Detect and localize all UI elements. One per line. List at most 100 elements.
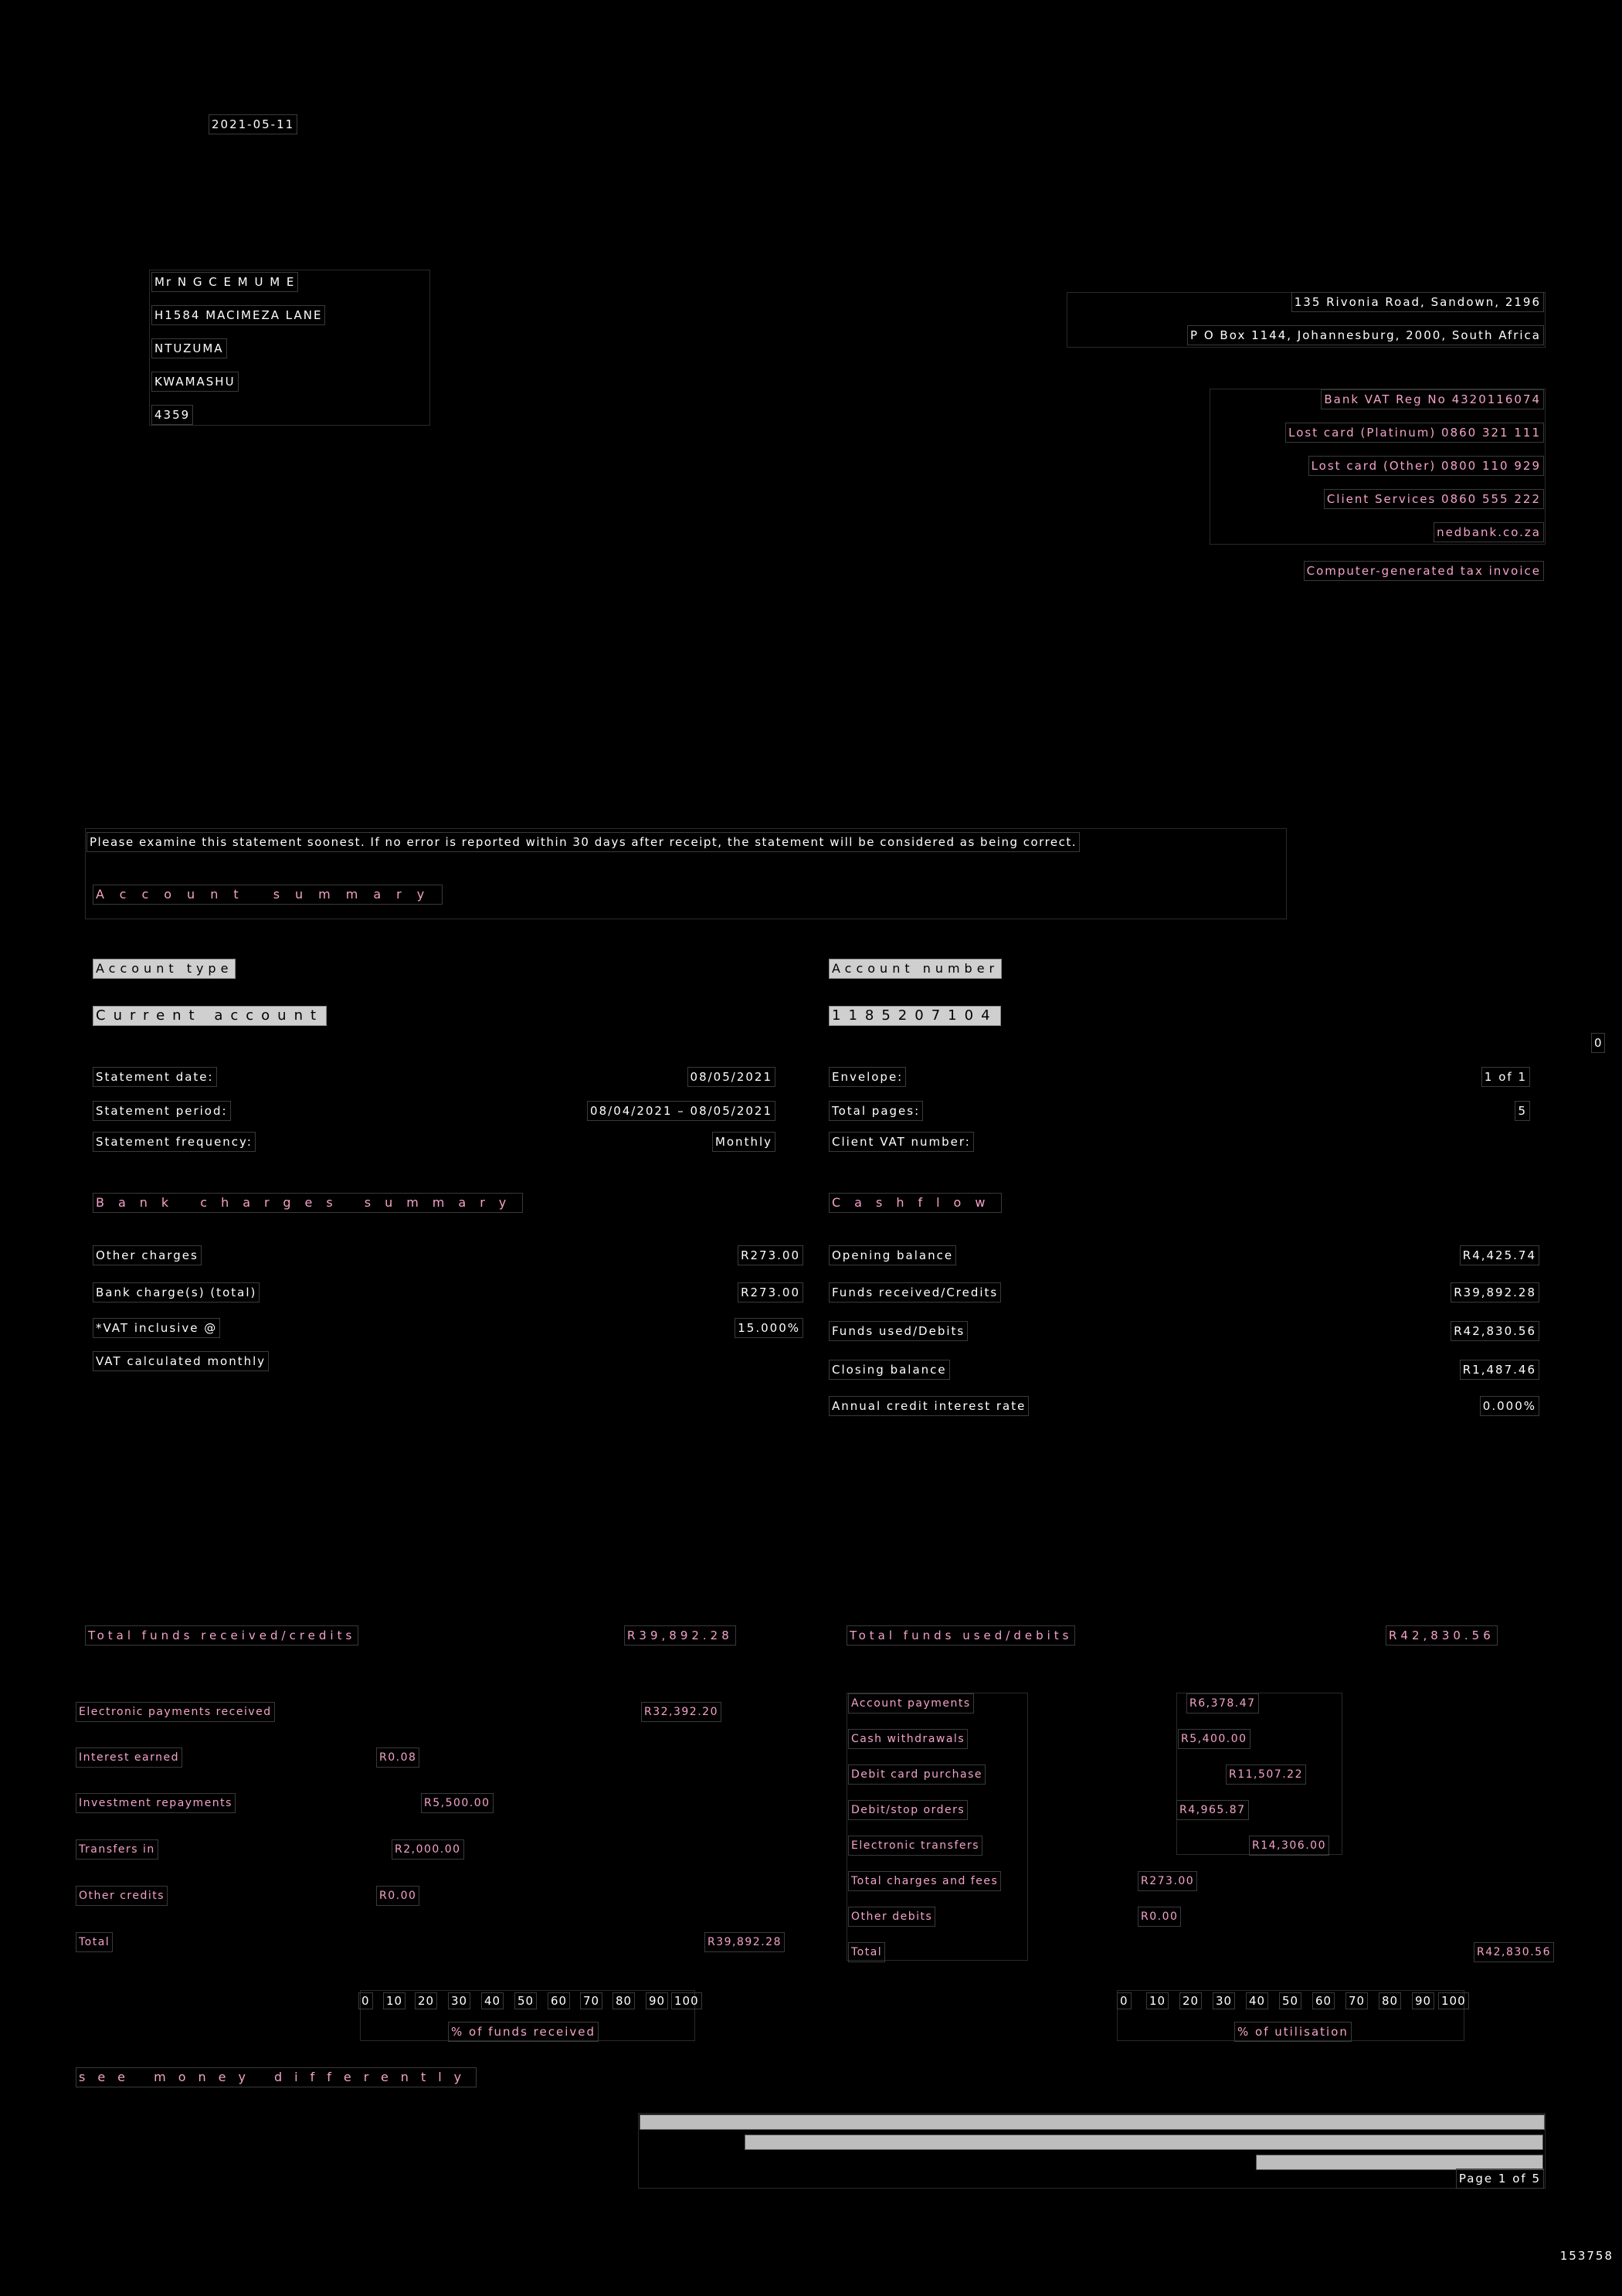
used-label: Debit card purchase [848,1764,986,1785]
recipient-name: Mr N G C E M U M E [151,272,299,292]
funds-used-title: Total funds used/debits [847,1625,1076,1646]
received-value: R5,500.00 [421,1793,494,1813]
cashflow-value: R4,425.74 [1459,1245,1539,1265]
bank-contacts: Bank VAT Reg No 4320116074 Lost card (Pl… [1285,389,1544,555]
bank-charge-value: R273.00 [738,1245,803,1265]
used-value: R6,378.47 [1186,1693,1259,1714]
lost-card-platinum: Lost card (Platinum) 0860 321 111 [1285,423,1544,443]
used-value: R4,965.87 [1176,1800,1249,1820]
received-row: Investment repayments [76,1793,236,1813]
account-number-value: 1185207104 [829,1006,1001,1026]
lost-card-other: Lost card (Other) 0800 110 929 [1308,456,1544,476]
funds-received-axis: 0 10 20 30 40 50 60 70 80 90 100 [358,1992,702,2009]
statement-date-value: 08/05/2021 [687,1067,775,1087]
bank-charge-label: *VAT inclusive @ [93,1318,221,1338]
cashflow-table: Opening balance R4,425.74 Funds received… [829,1245,1539,1430]
cashflow-value: R1,487.46 [1459,1360,1539,1380]
cashflow-label: Funds used/Debits [829,1321,969,1341]
total-pages-label: Total pages: [829,1101,924,1121]
axis-tick: 80 [1379,1992,1402,2009]
used-value: R14,306.00 [1249,1836,1329,1856]
recipient-postcode: 4359 [151,405,194,425]
bank-charges-title: Bank charges summary [93,1193,524,1213]
bank-charge-value: R273.00 [738,1282,803,1303]
axis-tick: 60 [1312,1992,1335,2009]
used-label: Total charges and fees [848,1871,1002,1891]
statement-frequency-value: Monthly [711,1132,775,1152]
fine-print-line [1256,2155,1543,2170]
statement-print-date: 2021-05-11 [209,114,298,134]
axis-tick: 80 [612,1992,636,2009]
axis-tick: 90 [646,1992,669,2009]
envelope-value: 1 of 1 [1481,1067,1530,1087]
used-value: R5,400.00 [1178,1729,1250,1749]
axis-tick: 30 [1213,1992,1236,2009]
statement-frequency-label: Statement frequency: [93,1132,256,1152]
fine-print-lines [640,2114,1545,2175]
bank-charge-label: VAT calculated monthly [93,1351,270,1371]
cashflow-value: R39,892.28 [1451,1282,1539,1303]
axis-tick: 100 [671,1992,702,2009]
recipient-suburb: NTUZUMA [151,338,227,358]
cashflow-label: Annual credit interest rate [829,1396,1030,1416]
axis-tick: 70 [1345,1992,1369,2009]
utilisation-axis-label: % of utilisation [1234,2022,1352,2042]
received-value: R32,392.20 [641,1702,721,1722]
funds-received-axis-label: % of funds received [448,2022,599,2042]
account-summary-title: Account summary [93,885,443,905]
statement-notice: Please examine this statement soonest. I… [87,832,1081,852]
total-pages-value: 5 [1515,1101,1530,1121]
axis-tick: 40 [481,1992,504,2009]
axis-tick: 50 [1279,1992,1302,2009]
used-value: R0.00 [1138,1907,1182,1927]
fine-print-line [745,2135,1543,2150]
received-row: Transfers in [76,1839,158,1860]
cashflow-value: 0.000% [1479,1396,1539,1416]
used-label: Cash withdrawals [848,1729,969,1749]
received-row: Total [76,1932,114,1952]
received-row: Electronic payments received [76,1702,275,1722]
axis-tick: 60 [548,1992,571,2009]
received-label: Electronic payments received [76,1702,275,1722]
funds-received-title: Total funds received/credits [85,1625,359,1646]
envelope-label: Envelope: [829,1067,907,1087]
bank-postal-address: P O Box 1144, Johannesburg, 2000, South … [1187,325,1544,345]
received-label: Other credits [76,1886,168,1906]
tax-invoice-label: Computer-generated tax invoice [1303,561,1544,581]
bank-charge-label: Other charges [93,1245,202,1265]
recipient-town: KWAMASHU [151,372,239,392]
cashflow-label: Closing balance [829,1360,950,1380]
statement-details: Statement date: 08/05/2021 Statement per… [93,1067,775,1163]
client-vat-label: Client VAT number: [829,1132,974,1152]
cashflow-label: Opening balance [829,1245,957,1265]
fine-print-line [640,2114,1545,2130]
axis-tick: 0 [1117,1992,1132,2009]
recipient-street: H1584 MACIMEZA LANE [151,305,326,325]
bank-vat-reg: Bank VAT Reg No 4320116074 [1321,389,1544,409]
axis-tick: 70 [580,1992,603,2009]
bank-charges-table: Other charges R273.00 Bank charge(s) (to… [93,1245,803,1384]
account-type-label: Account type [93,959,236,979]
document-number: 153758 [1559,2249,1614,2263]
cashflow-value: R42,830.56 [1451,1321,1539,1341]
used-total-label: Total [848,1942,886,1962]
axis-tick: 0 [358,1992,373,2009]
received-label: Investment repayments [76,1793,236,1813]
axis-tick: 10 [1146,1992,1169,2009]
received-row: Other credits [76,1886,168,1906]
received-total-value: R39,892.28 [704,1932,785,1952]
received-value: R0.08 [376,1747,420,1768]
used-label: Other debits [848,1907,936,1927]
used-label: Electronic transfers [848,1836,983,1856]
bank-address: 135 Rivonia Road, Sandown, 2196 P O Box … [1187,292,1544,358]
axis-tick: 40 [1246,1992,1269,2009]
received-label: Interest earned [76,1747,182,1768]
axis-tick: 30 [448,1992,471,2009]
axis-tick: 90 [1412,1992,1435,2009]
bank-website[interactable]: nedbank.co.za [1434,522,1544,542]
used-value: R11,507.22 [1226,1764,1306,1785]
received-value: R0.00 [376,1886,420,1906]
cashflow-title: Cashflow [829,1193,1003,1213]
cashflow-label: Funds received/Credits [829,1282,1002,1303]
statement-period-label: Statement period: [93,1101,231,1121]
